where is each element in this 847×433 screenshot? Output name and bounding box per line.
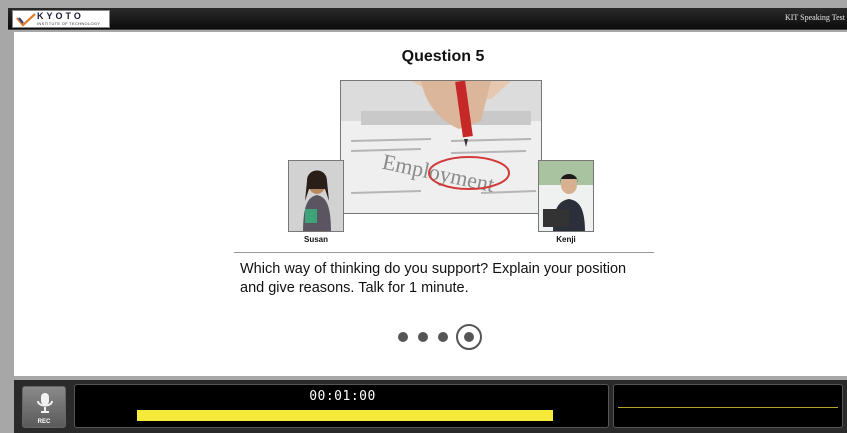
progress-dot: [438, 332, 448, 342]
app-window: KYOTO INSTITUTE OF TECHNOLOGY KIT Speaki…: [0, 0, 847, 433]
question-panel: Question 5 Employment Susan Kenji Which …: [14, 32, 847, 376]
question-content: Question 5 Employment Susan Kenji Which …: [218, 32, 668, 376]
audio-level-line: [618, 407, 838, 408]
logo-word: KYOTO: [37, 11, 84, 21]
question-prompt: Which way of thinking do you support? Ex…: [240, 261, 627, 296]
timer-panel: 00:01:00: [74, 384, 609, 428]
kit-logo: KYOTO INSTITUTE OF TECHNOLOGY: [12, 10, 110, 28]
rec-label: REC: [37, 419, 51, 425]
caption-kenji: Kenji: [556, 235, 576, 244]
timer-readout: 00:01:00: [309, 389, 376, 404]
record-button[interactable]: REC: [22, 386, 66, 428]
recorder-bar: REC 00:01:00: [14, 380, 847, 433]
logo-subtitle: INSTITUTE OF TECHNOLOGY: [37, 21, 101, 26]
time-bar-fill: [137, 410, 553, 421]
divider: [234, 252, 654, 253]
question-title: Question 5: [401, 48, 485, 65]
title-bar: KYOTO INSTITUTE OF TECHNOLOGY KIT Speaki…: [8, 8, 847, 30]
kenji-photo: [538, 160, 594, 232]
employment-ad-photo: Employment: [340, 80, 542, 214]
audio-level-panel: [613, 384, 843, 428]
time-bar: [137, 410, 553, 421]
progress-dot: [418, 332, 428, 342]
microphone-icon: [37, 393, 53, 413]
logo-check-icon: [16, 13, 36, 27]
app-title: KIT Speaking Test: [784, 13, 845, 22]
caption-susan: Susan: [303, 235, 328, 244]
progress-dot: [398, 332, 408, 342]
susan-photo: [288, 160, 344, 232]
question-progress-dots: [398, 324, 498, 350]
current-progress-dot: [456, 324, 482, 350]
